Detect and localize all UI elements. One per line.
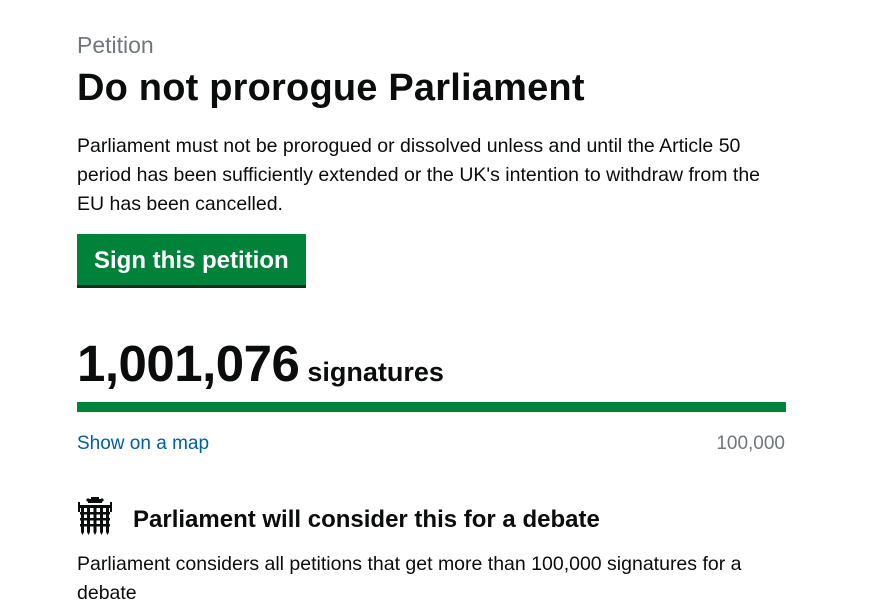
debate-description: Parliament considers all petitions that … — [77, 553, 742, 604]
show-on-map-link[interactable]: Show on a map — [77, 432, 209, 456]
signature-progress-fill — [77, 402, 786, 412]
sign-petition-button[interactable]: Sign this petition — [77, 234, 306, 288]
signature-count: 1,001,076 — [77, 335, 300, 392]
debate-heading: Parliament will consider this for a deba… — [133, 506, 600, 533]
signature-threshold: 100,000 — [716, 433, 785, 454]
petition-description: Parliament must not be prorogued or diss… — [77, 135, 761, 215]
signature-count-row: 1,001,076 signatures — [77, 334, 444, 394]
portcullis-icon — [78, 497, 112, 535]
signature-count-label: signatures — [307, 357, 444, 387]
signature-progress-bar — [77, 402, 786, 412]
page-caption: Petition — [77, 32, 154, 58]
petition-title: Do not prorogue Parliament — [77, 67, 585, 109]
